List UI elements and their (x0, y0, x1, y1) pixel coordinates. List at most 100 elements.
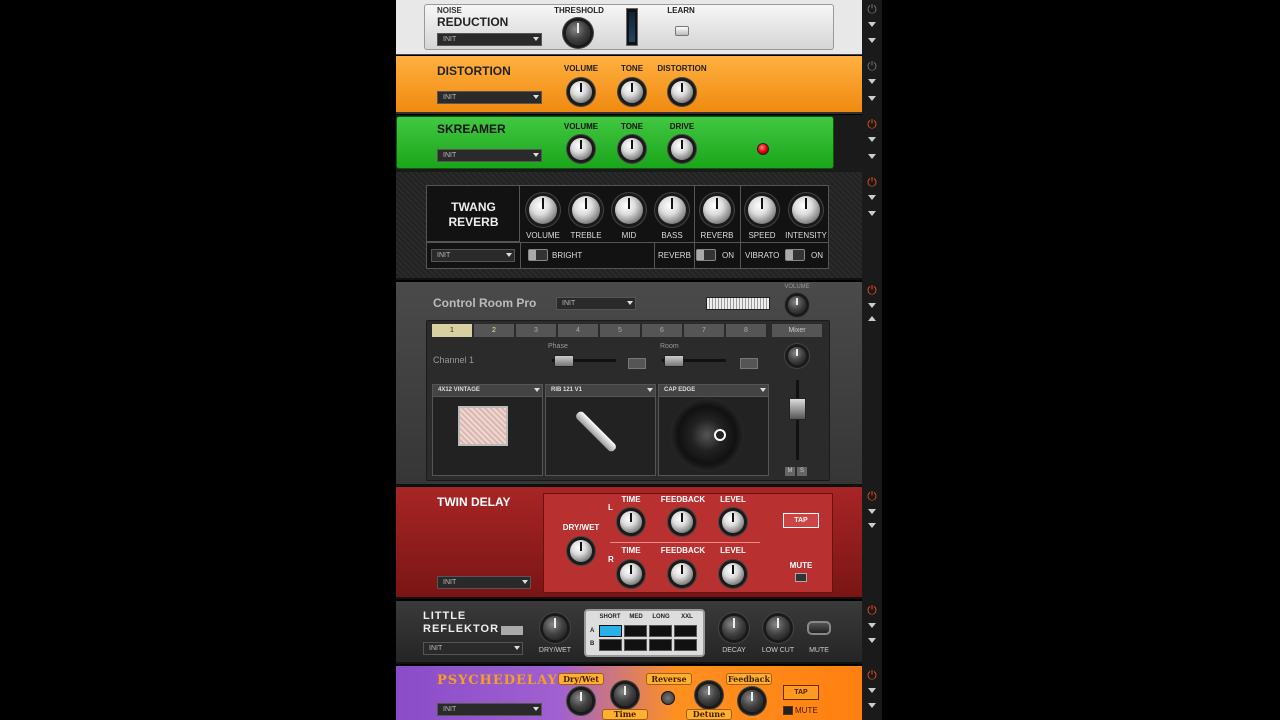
twang-reverb-knob[interactable] (703, 196, 731, 224)
vibrato-on-toggle[interactable] (785, 249, 805, 261)
twin-level-r-knob[interactable] (722, 563, 744, 585)
distortion-drive-knob[interactable] (671, 81, 693, 103)
twin-level-l-knob[interactable] (722, 511, 744, 533)
reverb-on-toggle[interactable] (696, 249, 716, 261)
chevron-down-icon[interactable] (868, 703, 876, 708)
twin-feedback-r-knob[interactable] (671, 563, 693, 585)
crp-pan-knob[interactable] (788, 347, 806, 365)
twin-tap-button[interactable]: TAP (783, 513, 819, 528)
chevron-down-icon[interactable] (868, 96, 876, 101)
chevron-down-icon[interactable] (868, 211, 876, 216)
twin-preset-dropdown[interactable]: INIT (437, 576, 531, 589)
chevron-down-icon[interactable] (868, 137, 876, 142)
crp-mute-button[interactable]: M (785, 467, 795, 476)
reflektor-preset-dropdown[interactable]: INIT (423, 642, 523, 655)
tab-3[interactable]: 3 (516, 324, 556, 337)
skreamer-volume-knob[interactable] (570, 138, 592, 160)
twang-mid-knob[interactable] (615, 196, 643, 224)
reflektor-mute-button[interactable] (807, 621, 831, 635)
distortion-volume-knob[interactable] (570, 81, 592, 103)
reflektor-decay-knob[interactable] (722, 616, 746, 640)
psych-reverse-button[interactable] (661, 691, 675, 705)
position-dropdown[interactable]: CAP EDGE (658, 384, 769, 397)
power-icon[interactable]: ⏻ (865, 489, 879, 503)
size-cell-a-short[interactable] (599, 625, 622, 637)
size-cell-a-xxl[interactable] (674, 625, 697, 637)
power-icon[interactable]: ⏻ (865, 603, 879, 617)
reflektor-lowcut-knob[interactable] (766, 616, 790, 640)
chevron-down-icon[interactable] (868, 38, 876, 43)
tab-6[interactable]: 6 (642, 324, 682, 337)
chevron-down-icon[interactable] (868, 22, 876, 27)
twang-speed-knob[interactable] (748, 196, 776, 224)
distortion-tone-knob[interactable] (621, 81, 643, 103)
crp-solo-button[interactable]: S (797, 467, 807, 476)
chevron-down-icon[interactable] (868, 195, 876, 200)
power-icon[interactable]: ⏻ (865, 283, 879, 297)
power-icon[interactable]: ⏻ (865, 59, 879, 73)
power-icon[interactable]: ⏻ (865, 117, 879, 131)
cabinet-dropdown[interactable]: 4X12 VINTAGE (432, 384, 543, 397)
distortion-preset-dropdown[interactable]: INIT (437, 91, 542, 104)
tab-8[interactable]: 8 (726, 324, 766, 337)
chevron-down-icon[interactable] (868, 688, 876, 693)
psych-detune-knob[interactable] (698, 684, 720, 706)
tab-4[interactable]: 4 (558, 324, 598, 337)
chevron-up-icon[interactable] (868, 316, 876, 321)
power-icon[interactable]: ⏻ (865, 175, 879, 189)
skreamer-tone-knob[interactable] (621, 138, 643, 160)
chevron-down-icon[interactable] (868, 79, 876, 84)
twin-drywet-knob[interactable] (570, 540, 592, 562)
twang-bass-knob[interactable] (658, 196, 686, 224)
psych-mute-button[interactable] (783, 706, 793, 715)
size-cell-b-short[interactable] (599, 639, 622, 651)
chevron-down-icon[interactable] (868, 638, 876, 643)
twin-mute-button[interactable] (795, 573, 807, 582)
mic-position-marker-icon[interactable] (714, 429, 726, 441)
psych-time-knob[interactable] (614, 684, 636, 706)
crp-preset-dropdown[interactable]: INIT (556, 297, 636, 310)
learn-button[interactable] (675, 26, 689, 36)
chevron-down-icon[interactable] (868, 154, 876, 159)
crp-volume-knob[interactable] (788, 296, 806, 314)
tab-5[interactable]: 5 (600, 324, 640, 337)
power-icon[interactable]: ⏻ (865, 2, 879, 16)
psych-tap-button[interactable]: TAP (783, 685, 819, 700)
mic-dropdown[interactable]: RIB 121 V1 (545, 384, 656, 397)
twang-volume-knob[interactable] (529, 196, 557, 224)
tab-1[interactable]: 1 (432, 324, 472, 337)
skreamer-preset-dropdown[interactable]: INIT (437, 149, 542, 162)
twang-preset-dropdown[interactable]: INIT (431, 249, 515, 262)
psych-preset-dropdown[interactable]: INIT (437, 703, 542, 716)
tab-mixer[interactable]: Mixer (772, 324, 822, 337)
threshold-knob[interactable] (566, 21, 590, 45)
tab-2[interactable]: 2 (474, 324, 514, 337)
phase-slider-handle[interactable] (554, 355, 574, 367)
reflektor-drywet-knob[interactable] (543, 616, 567, 640)
chevron-down-icon[interactable] (868, 523, 876, 528)
twang-intensity-knob[interactable] (792, 196, 820, 224)
chevron-down-icon[interactable] (868, 509, 876, 514)
twin-time-r-knob[interactable] (620, 563, 642, 585)
psych-feedback-knob[interactable] (741, 690, 763, 712)
size-cell-a-long[interactable] (649, 625, 672, 637)
bright-toggle[interactable] (528, 249, 548, 261)
twin-feedback-l-knob[interactable] (671, 511, 693, 533)
size-cell-a-med[interactable] (624, 625, 647, 637)
chevron-down-icon[interactable] (868, 303, 876, 308)
size-cell-b-xxl[interactable] (674, 639, 697, 651)
psych-drywet-knob[interactable] (570, 690, 592, 712)
noise-preset-dropdown[interactable]: INIT (437, 33, 542, 46)
crp-fader-handle[interactable] (789, 398, 806, 420)
twang-treble-knob[interactable] (572, 196, 600, 224)
size-cell-b-med[interactable] (624, 639, 647, 651)
skreamer-drive-knob[interactable] (671, 138, 693, 160)
twin-time-l-knob[interactable] (620, 511, 642, 533)
size-cell-b-long[interactable] (649, 639, 672, 651)
room-button[interactable] (740, 358, 758, 369)
phase-button[interactable] (628, 358, 646, 369)
room-slider-handle[interactable] (664, 355, 684, 367)
tab-7[interactable]: 7 (684, 324, 724, 337)
chevron-down-icon[interactable] (868, 623, 876, 628)
power-icon[interactable]: ⏻ (865, 668, 879, 682)
